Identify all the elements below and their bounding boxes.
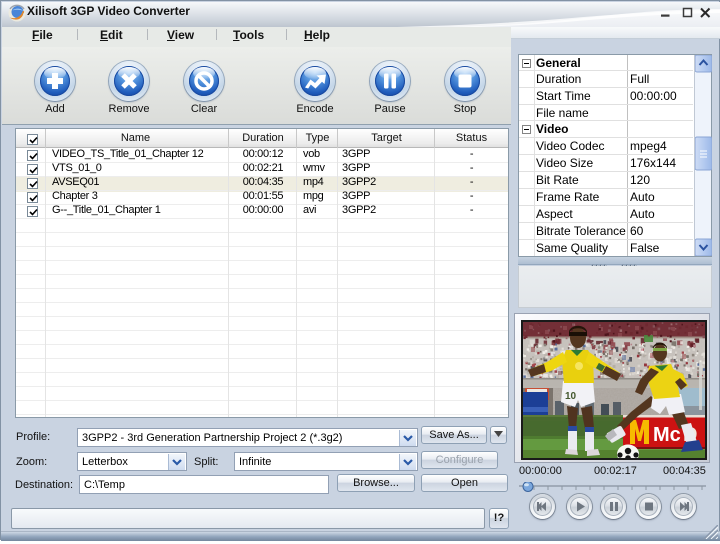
svg-text:10: 10 xyxy=(565,391,577,402)
svg-text:Mc: Mc xyxy=(653,424,681,446)
